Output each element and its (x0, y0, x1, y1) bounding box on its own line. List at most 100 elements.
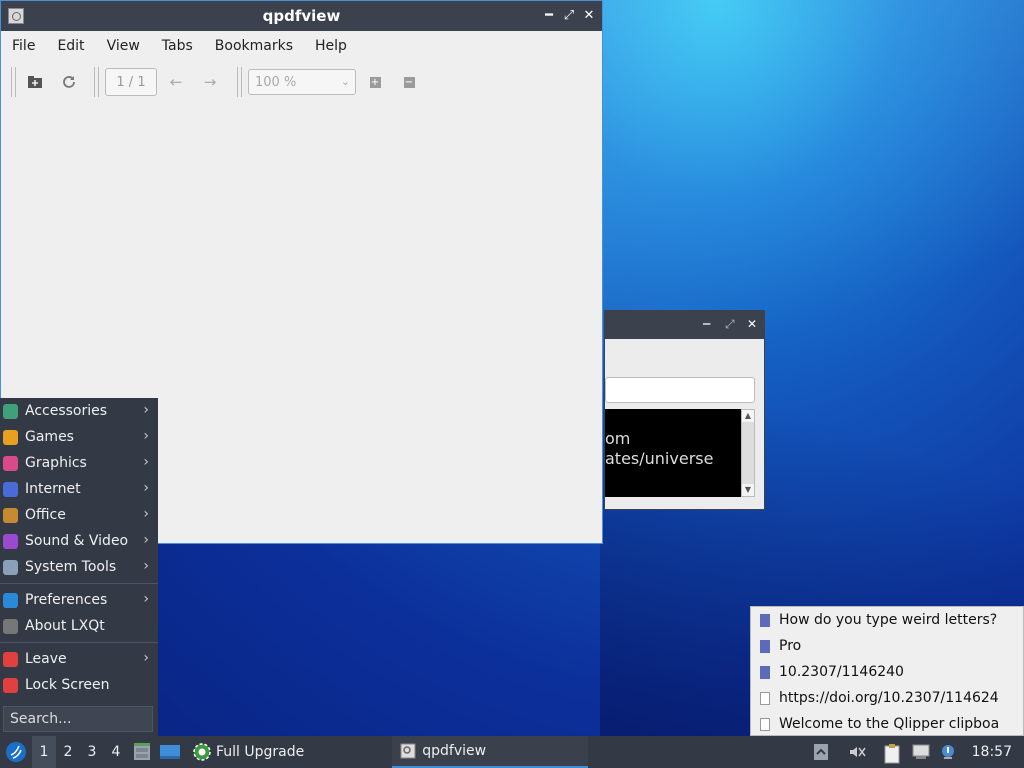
menu-item-label: Sound & Video (25, 533, 129, 549)
menu-item-accessories[interactable]: Accessories › (0, 398, 158, 424)
workspace-3[interactable]: 3 (80, 736, 104, 768)
clipboard-tray-button[interactable] (884, 744, 900, 764)
menu-bookmarks[interactable]: Bookmarks (204, 38, 304, 54)
clipboard-entry-text: https://doi.org/10.2307/114624 (779, 690, 999, 706)
menu-item-lock-screen[interactable]: Lock Screen (0, 672, 158, 698)
chevron-right-icon: › (143, 506, 149, 522)
task-label: qpdfview (422, 743, 487, 759)
taskbar: 1 2 3 4 Full Upgrade qpdfview 18:57 (0, 736, 1024, 768)
terminal-scrollbar[interactable]: ▲ ▼ (741, 409, 755, 497)
tray-toggle-button[interactable] (813, 744, 830, 760)
menu-item-label: Internet (25, 481, 81, 497)
menu-item-label: Graphics (25, 455, 87, 471)
about-icon (3, 618, 18, 634)
scroll-down-icon[interactable]: ▼ (742, 484, 754, 496)
clipboard-history-popup: How do you type weird letters? Pro 10.2307… (750, 606, 1024, 736)
document-icon (760, 639, 770, 653)
menu-item-label: Accessories (25, 403, 108, 419)
chevron-right-icon: › (143, 558, 149, 574)
volume-button[interactable] (848, 744, 866, 760)
menu-separator (0, 583, 158, 584)
maximize-icon[interactable]: ⤢ (725, 317, 735, 332)
background-window[interactable]: ━ ⤢ ✕ om ates/universe ▲ ▼ (604, 310, 765, 510)
minimize-button[interactable]: ━ (541, 8, 557, 24)
menu-item-label: System Tools (25, 559, 117, 575)
menu-item-sound-video[interactable]: Sound & Video › (0, 528, 158, 554)
workspace-1[interactable]: 1 (32, 736, 56, 768)
network-button[interactable] (912, 744, 930, 760)
chevron-right-icon: › (143, 428, 149, 444)
scroll-up-icon[interactable]: ▲ (742, 410, 754, 422)
menu-edit[interactable]: Edit (46, 38, 95, 54)
menu-view[interactable]: View (96, 38, 151, 54)
task-qpdfview[interactable]: qpdfview (392, 736, 589, 768)
refresh-button[interactable] (56, 69, 82, 95)
office-icon (3, 507, 18, 523)
toolbar: 1 / 1 ← → 100 % ⌄ + − (1, 61, 602, 103)
arrow-right-icon: → (203, 73, 217, 91)
menu-item-label: Office (25, 507, 66, 523)
toolbar-handle[interactable] (94, 67, 99, 97)
menu-item-label: Lock Screen (25, 677, 110, 693)
menu-item-label: Leave (25, 651, 67, 667)
terminal-line: om (605, 429, 631, 448)
clipboard-entry[interactable]: 10.2307/1146240 (751, 659, 1023, 685)
clipboard-entry[interactable]: https://doi.org/10.2307/114624 (751, 685, 1023, 711)
menu-item-games[interactable]: Games › (0, 424, 158, 450)
zoom-out-button[interactable]: − (396, 69, 422, 95)
maximize-button[interactable]: ⤢ (561, 8, 577, 24)
clock[interactable]: 18:57 (972, 744, 1012, 760)
show-desktop-button[interactable] (156, 736, 184, 768)
chevron-right-icon: › (143, 650, 149, 666)
desktop-icon (160, 745, 180, 759)
menu-search-input[interactable]: Search... (3, 706, 153, 732)
task-full-upgrade[interactable]: Full Upgrade (184, 736, 312, 768)
clipboard-entry[interactable]: Pro (751, 633, 1023, 659)
update-notification-icon (941, 745, 954, 759)
file-manager-launcher[interactable] (128, 736, 156, 768)
minimize-icon[interactable]: ━ (703, 317, 710, 331)
minus-icon: − (403, 76, 415, 88)
file-cabinet-icon (134, 743, 150, 760)
background-window-titlebar[interactable]: ━ ⤢ ✕ (605, 311, 764, 339)
menu-help[interactable]: Help (304, 38, 358, 54)
workspace-2[interactable]: 2 (56, 736, 80, 768)
clipboard-entry[interactable]: How do you type weird letters? (751, 607, 1023, 633)
text-file-icon (760, 691, 770, 705)
lock-icon (3, 677, 18, 693)
window-titlebar[interactable]: qpdfview ━ ⤢ ✕ (1, 1, 602, 31)
next-page-button[interactable]: → (197, 69, 223, 95)
close-icon[interactable]: ✕ (747, 317, 757, 331)
toolbar-handle[interactable] (237, 67, 242, 97)
page-number-field[interactable]: 1 / 1 (105, 68, 157, 96)
command-input[interactable] (605, 377, 755, 403)
chevron-right-icon: › (143, 402, 149, 418)
zoom-in-button[interactable]: + (362, 69, 388, 95)
menu-item-about-lxqt[interactable]: About LXQt (0, 613, 158, 639)
updates-notifier-button[interactable] (940, 744, 956, 760)
menu-item-graphics[interactable]: Graphics › (0, 450, 158, 476)
lubuntu-logo-icon (6, 742, 26, 762)
menu-item-leave[interactable]: Leave › (0, 646, 158, 672)
menu-file[interactable]: File (1, 38, 46, 54)
previous-page-button[interactable]: ← (163, 69, 189, 95)
zoom-select[interactable]: 100 % ⌄ (248, 69, 356, 95)
document-icon (760, 665, 770, 679)
chevron-down-icon: ⌄ (340, 75, 350, 88)
qpdfview-icon (400, 743, 416, 759)
main-menu-button[interactable] (0, 736, 32, 768)
system-tray: 18:57 (808, 736, 1024, 768)
menu-item-preferences[interactable]: Preferences › (0, 587, 158, 613)
menu-item-office[interactable]: Office › (0, 502, 158, 528)
clipboard-entry[interactable]: Welcome to the Qlipper clipboa (751, 711, 1023, 735)
text-file-icon (760, 717, 770, 731)
menu-item-system-tools[interactable]: System Tools › (0, 554, 158, 580)
menu-tabs[interactable]: Tabs (151, 38, 204, 54)
chevron-right-icon: › (143, 532, 149, 548)
toolbar-handle[interactable] (11, 67, 16, 97)
chevron-right-icon: › (143, 591, 149, 607)
workspace-4[interactable]: 4 (104, 736, 128, 768)
menu-item-internet[interactable]: Internet › (0, 476, 158, 502)
open-file-button[interactable] (22, 69, 48, 95)
close-button[interactable]: ✕ (581, 8, 597, 24)
